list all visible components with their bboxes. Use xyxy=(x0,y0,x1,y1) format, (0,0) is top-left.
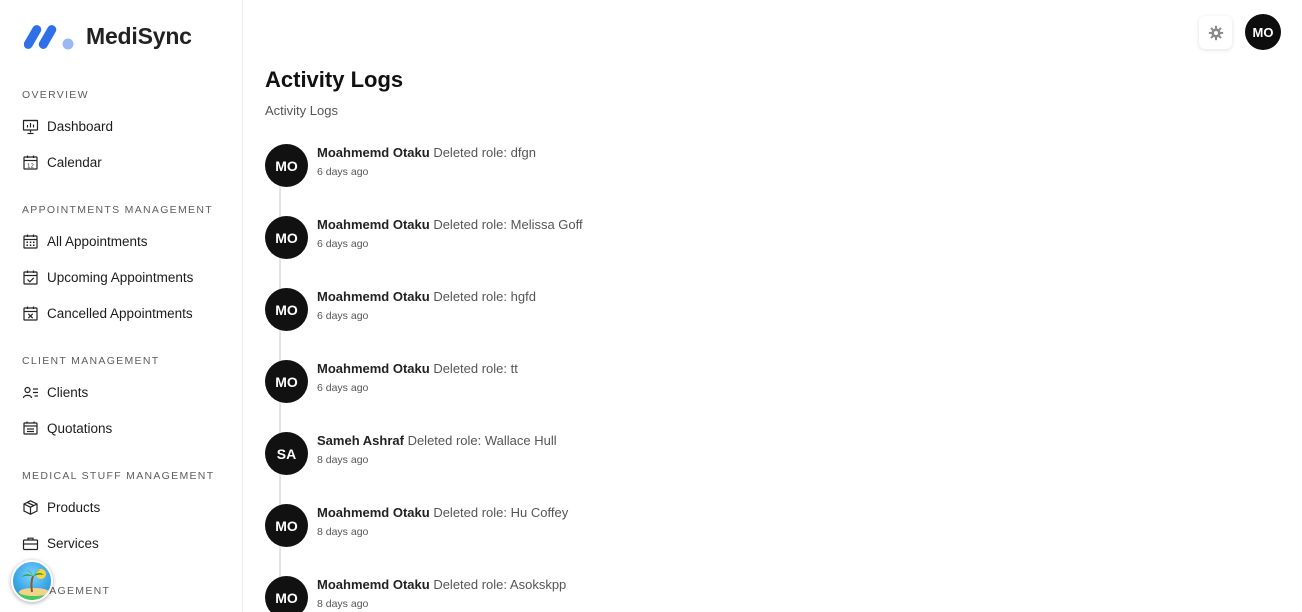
log-avatar[interactable]: MO xyxy=(265,576,308,612)
log-text: Moahmemd Otaku Deleted role: tt xyxy=(317,361,518,376)
user-avatar-button[interactable]: MO xyxy=(1245,14,1281,50)
log-timestamp: 6 days ago xyxy=(317,238,369,250)
user-list-icon xyxy=(22,384,39,401)
log-action: Deleted role: dfgn xyxy=(433,145,536,160)
sidebar-item-label: Dashboard xyxy=(47,118,114,134)
sidebar-item-label: Upcoming Appointments xyxy=(47,269,194,285)
log-user: Sameh Ashraf xyxy=(317,433,404,448)
brand-logo[interactable]: MediSync xyxy=(24,20,192,52)
sidebar-item-quotations[interactable]: Quotations xyxy=(22,417,112,439)
brand-name: MediSync xyxy=(86,22,192,49)
log-action: Deleted role: hgfd xyxy=(433,289,536,304)
briefcase-icon xyxy=(22,535,39,552)
log-user: Moahmemd Otaku xyxy=(317,577,430,592)
sidebar-item-cancelled-appointments[interactable]: Cancelled Appointments xyxy=(22,302,193,324)
log-avatar[interactable]: MO xyxy=(265,288,308,331)
log-avatar[interactable]: MO xyxy=(265,144,308,187)
receipt-icon xyxy=(22,420,39,437)
sidebar-item-label: Cancelled Appointments xyxy=(47,305,193,321)
log-user: Moahmemd Otaku xyxy=(317,145,430,160)
settings-button[interactable] xyxy=(1199,16,1232,49)
log-action: Deleted role: Hu Coffey xyxy=(433,505,569,520)
log-text: Moahmemd Otaku Deleted role: dfgn xyxy=(317,145,536,160)
section-title-client-management: CLIENT MANAGEMENT xyxy=(22,355,160,367)
log-text: Sameh Ashraf Deleted role: Wallace Hull xyxy=(317,433,557,448)
sidebar-item-label: Services xyxy=(47,535,99,551)
section-title-overview: OVERVIEW xyxy=(22,89,89,101)
log-user: Moahmemd Otaku xyxy=(317,289,430,304)
sidebar-item-calendar[interactable]: 12 Calendar xyxy=(22,151,102,173)
log-timestamp: 8 days ago xyxy=(317,526,369,538)
log-action: Deleted role: Wallace Hull xyxy=(407,433,557,448)
log-user: Moahmemd Otaku xyxy=(317,361,430,376)
breadcrumb: Activity Logs xyxy=(265,103,338,118)
log-text: Moahmemd Otaku Deleted role: hgfd xyxy=(317,289,536,304)
sidebar: MediSync OVERVIEW Dashboard 12 Calendar … xyxy=(0,0,243,612)
sidebar-item-label: Clients xyxy=(47,384,89,400)
log-action: Deleted role: tt xyxy=(433,361,518,376)
presentation-chart-icon xyxy=(22,118,39,135)
calendar-check-icon xyxy=(22,269,39,286)
sidebar-item-label: Products xyxy=(47,499,101,515)
box-icon xyxy=(22,499,39,516)
log-user: Moahmemd Otaku xyxy=(317,505,430,520)
section-title-appointments: APPOINTMENTS MANAGEMENT xyxy=(22,204,213,216)
log-timestamp: 6 days ago xyxy=(317,382,369,394)
log-user: Moahmemd Otaku xyxy=(317,217,430,232)
log-avatar[interactable]: MO xyxy=(265,216,308,259)
sidebar-item-upcoming-appointments[interactable]: Upcoming Appointments xyxy=(22,266,193,288)
sidebar-item-dashboard[interactable]: Dashboard xyxy=(22,115,113,137)
floating-widget-button[interactable] xyxy=(11,560,53,602)
sidebar-item-products[interactable]: Products xyxy=(22,496,100,518)
log-action: Deleted role: Melissa Goff xyxy=(433,217,583,232)
sidebar-item-label: All Appointments xyxy=(47,233,148,249)
svg-text:12: 12 xyxy=(27,163,34,169)
calendar-icon: 12 xyxy=(22,154,39,171)
log-avatar[interactable]: SA xyxy=(265,432,308,475)
log-avatar[interactable]: MO xyxy=(265,504,308,547)
log-action: Deleted role: Asokskpp xyxy=(433,577,567,592)
sidebar-item-clients[interactable]: Clients xyxy=(22,381,88,403)
medisync-logo-icon xyxy=(24,25,74,50)
sidebar-item-services[interactable]: Services xyxy=(22,532,99,554)
sidebar-item-label: Calendar xyxy=(47,154,102,170)
log-text: Moahmemd Otaku Deleted role: Melissa Gof… xyxy=(317,217,583,232)
log-text: Moahmemd Otaku Deleted role: Hu Coffey xyxy=(317,505,568,520)
calendar-grid-icon xyxy=(22,233,39,250)
app-root: MediSync OVERVIEW Dashboard 12 Calendar … xyxy=(0,0,1302,612)
log-timestamp: 8 days ago xyxy=(317,598,369,610)
log-timestamp: 8 days ago xyxy=(317,454,369,466)
sidebar-item-label: Quotations xyxy=(47,420,113,436)
log-timestamp: 6 days ago xyxy=(317,166,369,178)
log-text: Moahmemd Otaku Deleted role: Asokskpp xyxy=(317,577,566,592)
page-title: Activity Logs xyxy=(265,67,404,92)
log-avatar[interactable]: MO xyxy=(265,360,308,403)
calendar-x-icon xyxy=(22,305,39,322)
log-timestamp: 6 days ago xyxy=(317,310,369,322)
gear-icon xyxy=(1208,25,1223,40)
sidebar-item-all-appointments[interactable]: All Appointments xyxy=(22,230,148,252)
section-title-medical-stuff: MEDICAL STUFF MANAGEMENT xyxy=(22,470,215,482)
